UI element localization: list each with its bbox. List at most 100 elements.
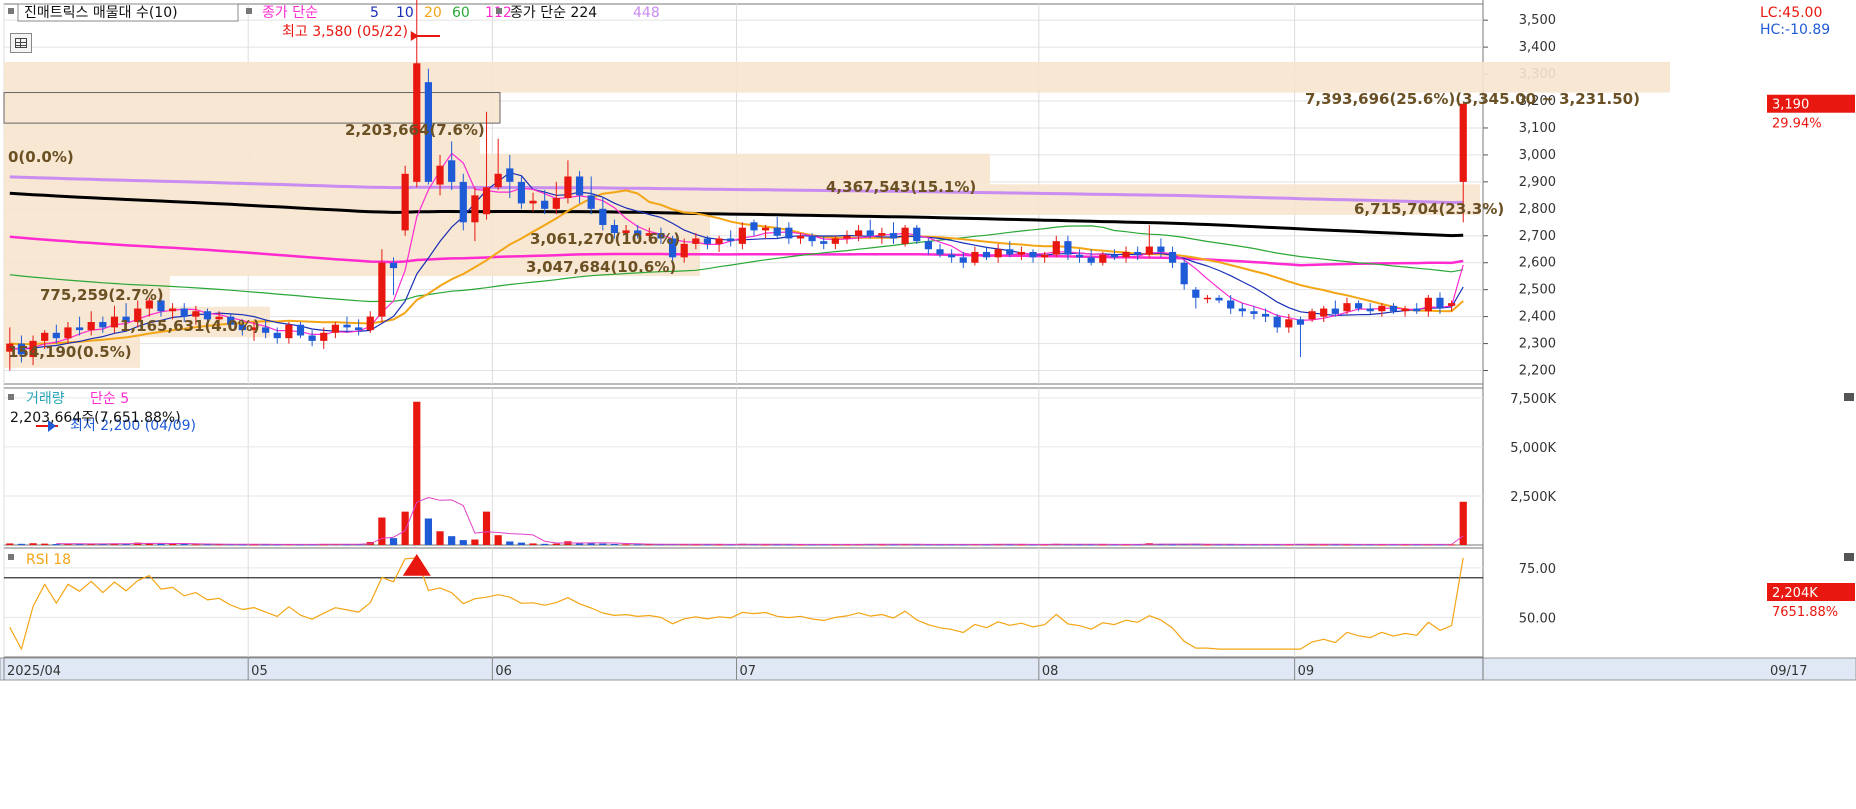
candle-body	[1227, 300, 1235, 309]
volume-bar[interactable]	[29, 543, 37, 545]
volume-bar[interactable]	[389, 538, 398, 545]
price-axis-label: 2,300	[1519, 337, 1556, 352]
volume-bar[interactable]	[552, 543, 560, 545]
candle-body	[180, 308, 188, 317]
date-label: 08	[1042, 664, 1059, 679]
chart-canvas: 3,5003,4003,3003,2003,1003,0002,9002,800…	[0, 0, 1856, 681]
candle-body	[168, 308, 177, 312]
volume-bar[interactable]	[52, 544, 60, 546]
last-volume-pct: 7651.88%	[1772, 605, 1838, 620]
volume-bar[interactable]	[424, 518, 433, 545]
volume-bar[interactable]	[436, 531, 444, 545]
candle-body	[855, 230, 863, 236]
candle-body	[564, 176, 572, 199]
candle-body	[262, 327, 270, 333]
candle-body	[366, 316, 374, 331]
date-label-last: 09/17	[1770, 664, 1807, 679]
volume-bar[interactable]	[168, 544, 177, 546]
price-axis-label: 3,000	[1519, 148, 1556, 163]
candle[interactable]	[901, 224, 909, 247]
volume-bar[interactable]	[6, 543, 14, 545]
candle-body	[320, 332, 328, 341]
volume-profile-label: 154,190(0.5%)	[8, 343, 132, 361]
candle-body	[1064, 241, 1072, 255]
volume-bar[interactable]	[378, 517, 386, 545]
volume-profile-label: 4,367,543(15.1%)	[826, 178, 976, 196]
candle-body	[1075, 254, 1084, 258]
volume-bar[interactable]	[41, 543, 49, 545]
candle-body	[1308, 311, 1316, 320]
price-axis-label: 2,900	[1519, 175, 1556, 190]
candle-body	[1203, 297, 1212, 300]
price-axis-label: 2,400	[1519, 310, 1556, 325]
candle[interactable]	[459, 173, 467, 231]
candle-body	[52, 332, 60, 339]
candle-body	[982, 251, 991, 258]
volume-bar[interactable]	[180, 544, 188, 546]
candle[interactable]	[401, 165, 409, 236]
price-axis-label: 3,400	[1519, 40, 1556, 55]
volume-axis-label: 5,000K	[1510, 441, 1556, 456]
volume-collapse-icon[interactable]	[1844, 393, 1854, 401]
volume-bar[interactable]	[448, 536, 456, 545]
table-grid-icon[interactable]	[10, 33, 32, 53]
volume-bar[interactable]	[517, 542, 526, 545]
candle-body	[924, 241, 932, 250]
candle-body	[448, 160, 456, 182]
candle-body	[517, 181, 526, 204]
date-label: 05	[251, 664, 268, 679]
volume-bar[interactable]	[1459, 501, 1467, 545]
candle-body	[1331, 308, 1339, 314]
candle-body	[1389, 305, 1398, 312]
volume-bar[interactable]	[599, 543, 607, 545]
candle-body	[773, 227, 781, 236]
rsi-axis-label: 50.00	[1519, 611, 1556, 626]
volume-bar[interactable]	[622, 544, 630, 546]
last-price-label: 3,190	[1772, 98, 1809, 113]
volume-axis-label: 2,500K	[1510, 490, 1556, 505]
candle-body	[331, 324, 339, 333]
candle-body	[1017, 251, 1025, 255]
volume-profile-label: 2,203,664(7.6%)	[345, 121, 485, 139]
volume-bar[interactable]	[413, 401, 421, 545]
candle[interactable]	[913, 224, 921, 244]
candle-body	[192, 311, 200, 317]
volume-bar[interactable]	[471, 539, 479, 545]
volume-bar[interactable]	[17, 543, 26, 545]
candle-body	[99, 322, 107, 328]
lc-label: LC:45.00	[1760, 5, 1822, 21]
volume-bar[interactable]	[192, 544, 200, 546]
volume-bar[interactable]	[529, 543, 537, 545]
volume-bar[interactable]	[482, 511, 491, 545]
ma-label: 종가 단순	[262, 5, 318, 21]
volume-bar[interactable]	[610, 544, 619, 546]
rsi-collapse-icon[interactable]	[1844, 553, 1854, 561]
candle-body	[843, 235, 851, 239]
candle-body	[831, 238, 839, 244]
volume-bar[interactable]	[541, 543, 549, 545]
volume-bar[interactable]	[506, 541, 514, 545]
candle-body	[1459, 103, 1467, 182]
volume-info: 2,203,664주(7,651.88%)	[10, 410, 181, 426]
candle-body	[1366, 308, 1374, 312]
candle-body	[971, 251, 979, 263]
date-label: 06	[495, 664, 512, 679]
candle-body	[1134, 251, 1142, 255]
candle-body	[401, 173, 409, 231]
candle-body	[378, 262, 386, 317]
candle-body	[692, 238, 700, 244]
rsi-title: RSI 18	[26, 552, 71, 568]
legend-marker	[8, 8, 14, 14]
candle-body	[750, 222, 758, 231]
candle-body	[599, 208, 607, 225]
candle-body	[482, 187, 491, 215]
candle-body	[1261, 313, 1270, 317]
candle-body	[87, 322, 95, 331]
candle-body	[1413, 308, 1421, 312]
ma2-label: 종가 단순 224	[510, 5, 597, 21]
volume-bar[interactable]	[494, 535, 502, 545]
volume-profile-band	[4, 61, 1670, 93]
volume-bar[interactable]	[459, 540, 467, 545]
candle-body	[1424, 297, 1432, 312]
volume-bar[interactable]	[401, 511, 409, 545]
